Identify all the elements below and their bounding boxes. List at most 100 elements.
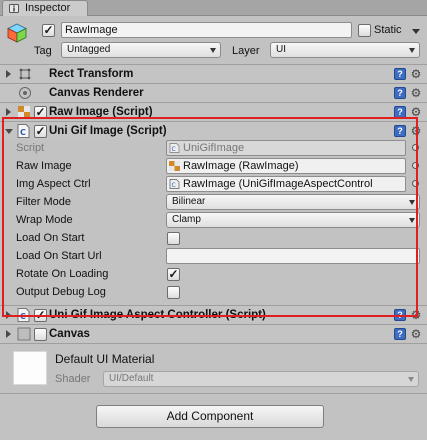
help-icon[interactable]: ? [394, 87, 406, 99]
tab-bar: Inspector [0, 0, 427, 16]
canvas-renderer-header[interactable]: Canvas Renderer ? ⚙ [0, 83, 427, 102]
foldout-icon[interactable] [6, 70, 11, 78]
help-icon[interactable]: ? [394, 328, 406, 340]
svg-text:C: C [172, 146, 176, 153]
canvas-icon [17, 327, 31, 341]
load-on-start-label: Load On Start [16, 232, 85, 244]
foldout-icon[interactable] [6, 108, 11, 116]
gear-icon[interactable]: ⚙ [410, 68, 422, 80]
filter-mode-label: Filter Mode [16, 196, 72, 208]
gear-icon[interactable]: ⚙ [410, 125, 422, 137]
script-file-icon: C [169, 179, 180, 189]
svg-text:C: C [20, 128, 26, 137]
gameobject-name-field[interactable]: RawImage [61, 22, 352, 38]
uni-gif-image-header[interactable]: C ✓ Uni Gif Image (Script) ? ⚙ [0, 121, 427, 140]
canvas-renderer-icon [19, 87, 31, 99]
raw-image-header[interactable]: ✓ Raw Image (Script) ? ⚙ [0, 102, 427, 121]
wrap-mode-dropdown[interactable]: Clamp [166, 212, 420, 228]
chevron-down-icon [210, 48, 216, 53]
uni-gif-enabled-checkbox[interactable]: ✓ [34, 125, 47, 138]
raw-image-enabled-checkbox[interactable]: ✓ [34, 106, 47, 119]
script-file-icon: C [17, 124, 30, 138]
gear-icon[interactable]: ⚙ [410, 309, 422, 321]
output-debug-log-label: Output Debug Log [16, 286, 106, 298]
object-picker-icon[interactable] [412, 162, 419, 169]
raw-image-icon [169, 161, 180, 171]
chevron-down-icon [409, 218, 415, 223]
active-checkbox[interactable]: ✓ [42, 24, 55, 37]
shader-label: Shader [55, 373, 91, 385]
help-icon[interactable]: ? [394, 68, 406, 80]
shader-dropdown: UI/Default [103, 371, 419, 387]
raw-image-title: Raw Image (Script) [49, 106, 153, 118]
divider [0, 393, 427, 394]
chevron-down-icon [409, 200, 415, 205]
divider [0, 343, 427, 344]
script-field: C UniGifImage [166, 140, 406, 156]
foldout-icon[interactable] [6, 330, 11, 338]
tag-dropdown[interactable]: Untagged [61, 42, 221, 58]
rect-transform-icon [19, 68, 31, 80]
canvas-enabled-checkbox[interactable] [34, 328, 47, 341]
foldout-open-icon[interactable] [5, 129, 13, 134]
load-on-start-url-field[interactable] [166, 248, 420, 264]
tab-inspector[interactable]: Inspector [2, 0, 88, 16]
tag-label: Tag [34, 45, 52, 57]
wrap-mode-label: Wrap Mode [16, 214, 73, 226]
help-icon[interactable]: ? [394, 106, 406, 118]
static-dropdown-icon[interactable] [412, 29, 420, 34]
svg-text:C: C [172, 182, 176, 189]
gameobject-cube-icon [7, 23, 27, 43]
aspect-controller-title: Uni Gif Image Aspect Controller (Script) [49, 309, 266, 321]
rect-transform-title: Rect Transform [49, 68, 134, 80]
gear-icon[interactable]: ⚙ [410, 87, 422, 99]
foldout-icon[interactable] [6, 311, 11, 319]
layer-dropdown[interactable]: UI [270, 42, 420, 58]
raw-image-icon [18, 106, 30, 118]
gear-icon[interactable]: ⚙ [410, 106, 422, 118]
script-file-icon: C [17, 308, 30, 322]
filter-mode-dropdown[interactable]: Bilinear [166, 194, 420, 210]
output-debug-log-checkbox[interactable] [167, 286, 180, 299]
add-component-button[interactable]: Add Component [96, 405, 324, 428]
raw-image-field[interactable]: RawImage (RawImage) [166, 158, 406, 174]
raw-image-label: Raw Image [16, 160, 72, 172]
help-icon[interactable]: ? [394, 125, 406, 137]
rotate-on-loading-label: Rotate On Loading [16, 268, 109, 280]
static-checkbox[interactable] [358, 24, 371, 37]
canvas-renderer-title: Canvas Renderer [49, 87, 144, 99]
object-picker-icon[interactable] [412, 180, 419, 187]
aspect-controller-enabled-checkbox[interactable]: ✓ [34, 309, 47, 322]
raw-image-value: RawImage (RawImage) [183, 160, 299, 172]
img-aspect-ctrl-value: RawImage (UniGifImageAspectControl [183, 178, 373, 190]
chevron-down-icon [408, 377, 414, 382]
tab-label: Inspector [25, 2, 71, 14]
canvas-header[interactable]: Canvas ? ⚙ [0, 324, 427, 343]
material-name: Default UI Material [55, 352, 155, 366]
load-on-start-url-label: Load On Start Url [16, 250, 102, 262]
aspect-controller-header[interactable]: C ✓ Uni Gif Image Aspect Controller (Scr… [0, 305, 427, 324]
uni-gif-title: Uni Gif Image (Script) [49, 125, 167, 137]
load-on-start-checkbox[interactable] [167, 232, 180, 245]
chevron-down-icon [409, 48, 415, 53]
object-picker-icon[interactable] [412, 144, 419, 151]
checkmark-icon: ✓ [168, 267, 179, 281]
img-aspect-ctrl-field[interactable]: C RawImage (UniGifImageAspectControl [166, 176, 406, 192]
static-label: Static [374, 24, 402, 36]
canvas-title: Canvas [49, 328, 90, 340]
checkmark-icon: ✓ [35, 105, 46, 119]
info-icon [9, 4, 19, 13]
material-preview [13, 351, 47, 385]
svg-text:C: C [20, 312, 26, 321]
shader-value: UI/Default [109, 373, 154, 384]
script-value: UniGifImage [183, 142, 245, 154]
tag-value: Untagged [67, 44, 111, 55]
layer-value: UI [276, 44, 286, 55]
checkmark-icon: ✓ [43, 23, 54, 37]
help-icon[interactable]: ? [394, 309, 406, 321]
layer-label: Layer [232, 45, 260, 57]
gear-icon[interactable]: ⚙ [410, 328, 422, 340]
rotate-on-loading-checkbox[interactable]: ✓ [167, 268, 180, 281]
filter-mode-value: Bilinear [172, 196, 206, 207]
rect-transform-header[interactable]: Rect Transform ? ⚙ [0, 64, 427, 83]
